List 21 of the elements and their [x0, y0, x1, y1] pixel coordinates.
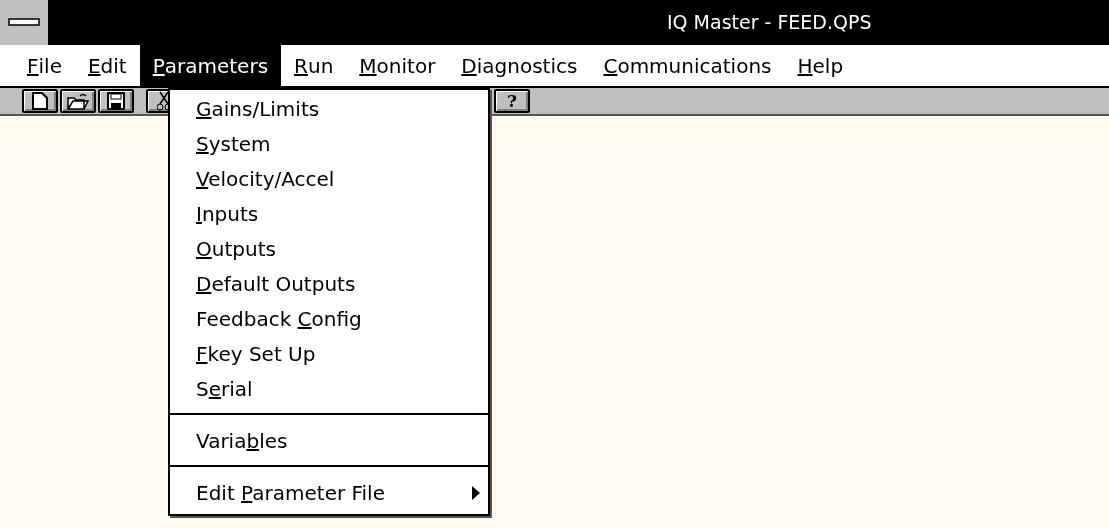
- menu-entry[interactable]: Default Outputs: [170, 266, 488, 301]
- menu-entry[interactable]: Fkey Set Up: [170, 336, 488, 371]
- page-icon: [32, 92, 48, 110]
- menu-entry[interactable]: Edit Parameter File: [170, 475, 488, 510]
- save-button[interactable]: [98, 89, 134, 113]
- minus-bar-icon: [8, 18, 40, 26]
- menu-entry[interactable]: Velocity/Accel: [170, 161, 488, 196]
- menu-entry[interactable]: Serial: [170, 371, 488, 406]
- menu-entry[interactable]: Inputs: [170, 196, 488, 231]
- new-file-button[interactable]: [22, 89, 58, 113]
- menu-entry[interactable]: Gains/Limits: [170, 91, 488, 126]
- menu-entry[interactable]: Variables: [170, 423, 488, 458]
- folder-icon: [67, 92, 89, 110]
- help-button[interactable]: ?: [494, 89, 530, 113]
- window-title: IQ Master - FEED.QPS: [667, 11, 872, 33]
- menu-item[interactable]: Parameters: [139, 45, 282, 86]
- open-button[interactable]: [60, 89, 96, 113]
- system-menu-button[interactable]: [0, 0, 50, 45]
- menu-entry[interactable]: Feedback Config: [170, 301, 488, 336]
- menu-entry[interactable]: System: [170, 126, 488, 161]
- menu-entry[interactable]: Outputs: [170, 231, 488, 266]
